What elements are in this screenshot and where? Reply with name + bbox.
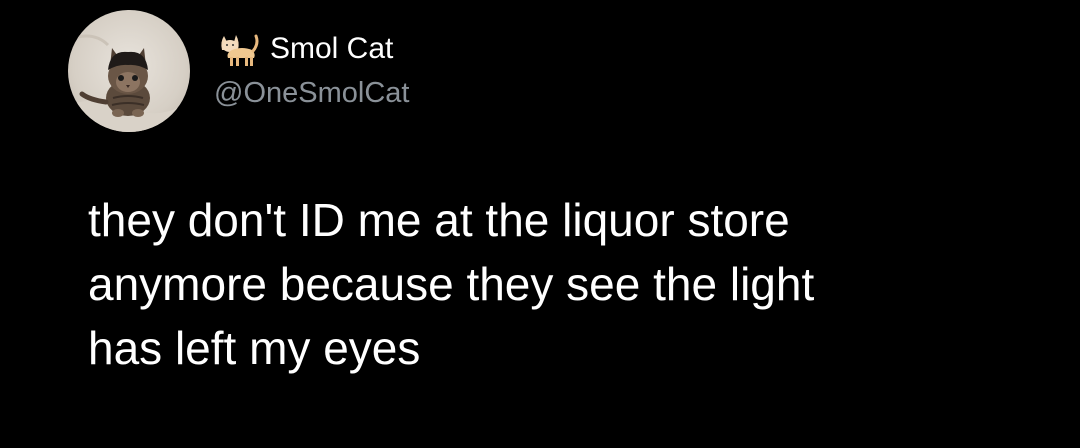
tweet-text: they don't ID me at the liquor store any… [88, 188, 1068, 380]
author-names: Smol Cat @OneSmolCat [214, 10, 409, 132]
display-name-row: Smol Cat [214, 29, 409, 69]
tweet-header: Smol Cat @OneSmolCat [68, 10, 409, 132]
tweet-text-line: anymore because they see the light [88, 258, 815, 310]
kitten-avatar-image [68, 10, 190, 132]
user-handle[interactable]: @OneSmolCat [214, 73, 409, 113]
avatar[interactable] [68, 10, 190, 132]
display-name[interactable]: Smol Cat [270, 29, 393, 69]
tweet-text-line: they don't ID me at the liquor store [88, 194, 790, 246]
cat-emoji-icon [214, 30, 260, 68]
tweet-text-line: has left my eyes [88, 322, 421, 374]
tweet-card: Smol Cat @OneSmolCat they don't ID me at… [0, 0, 1080, 448]
